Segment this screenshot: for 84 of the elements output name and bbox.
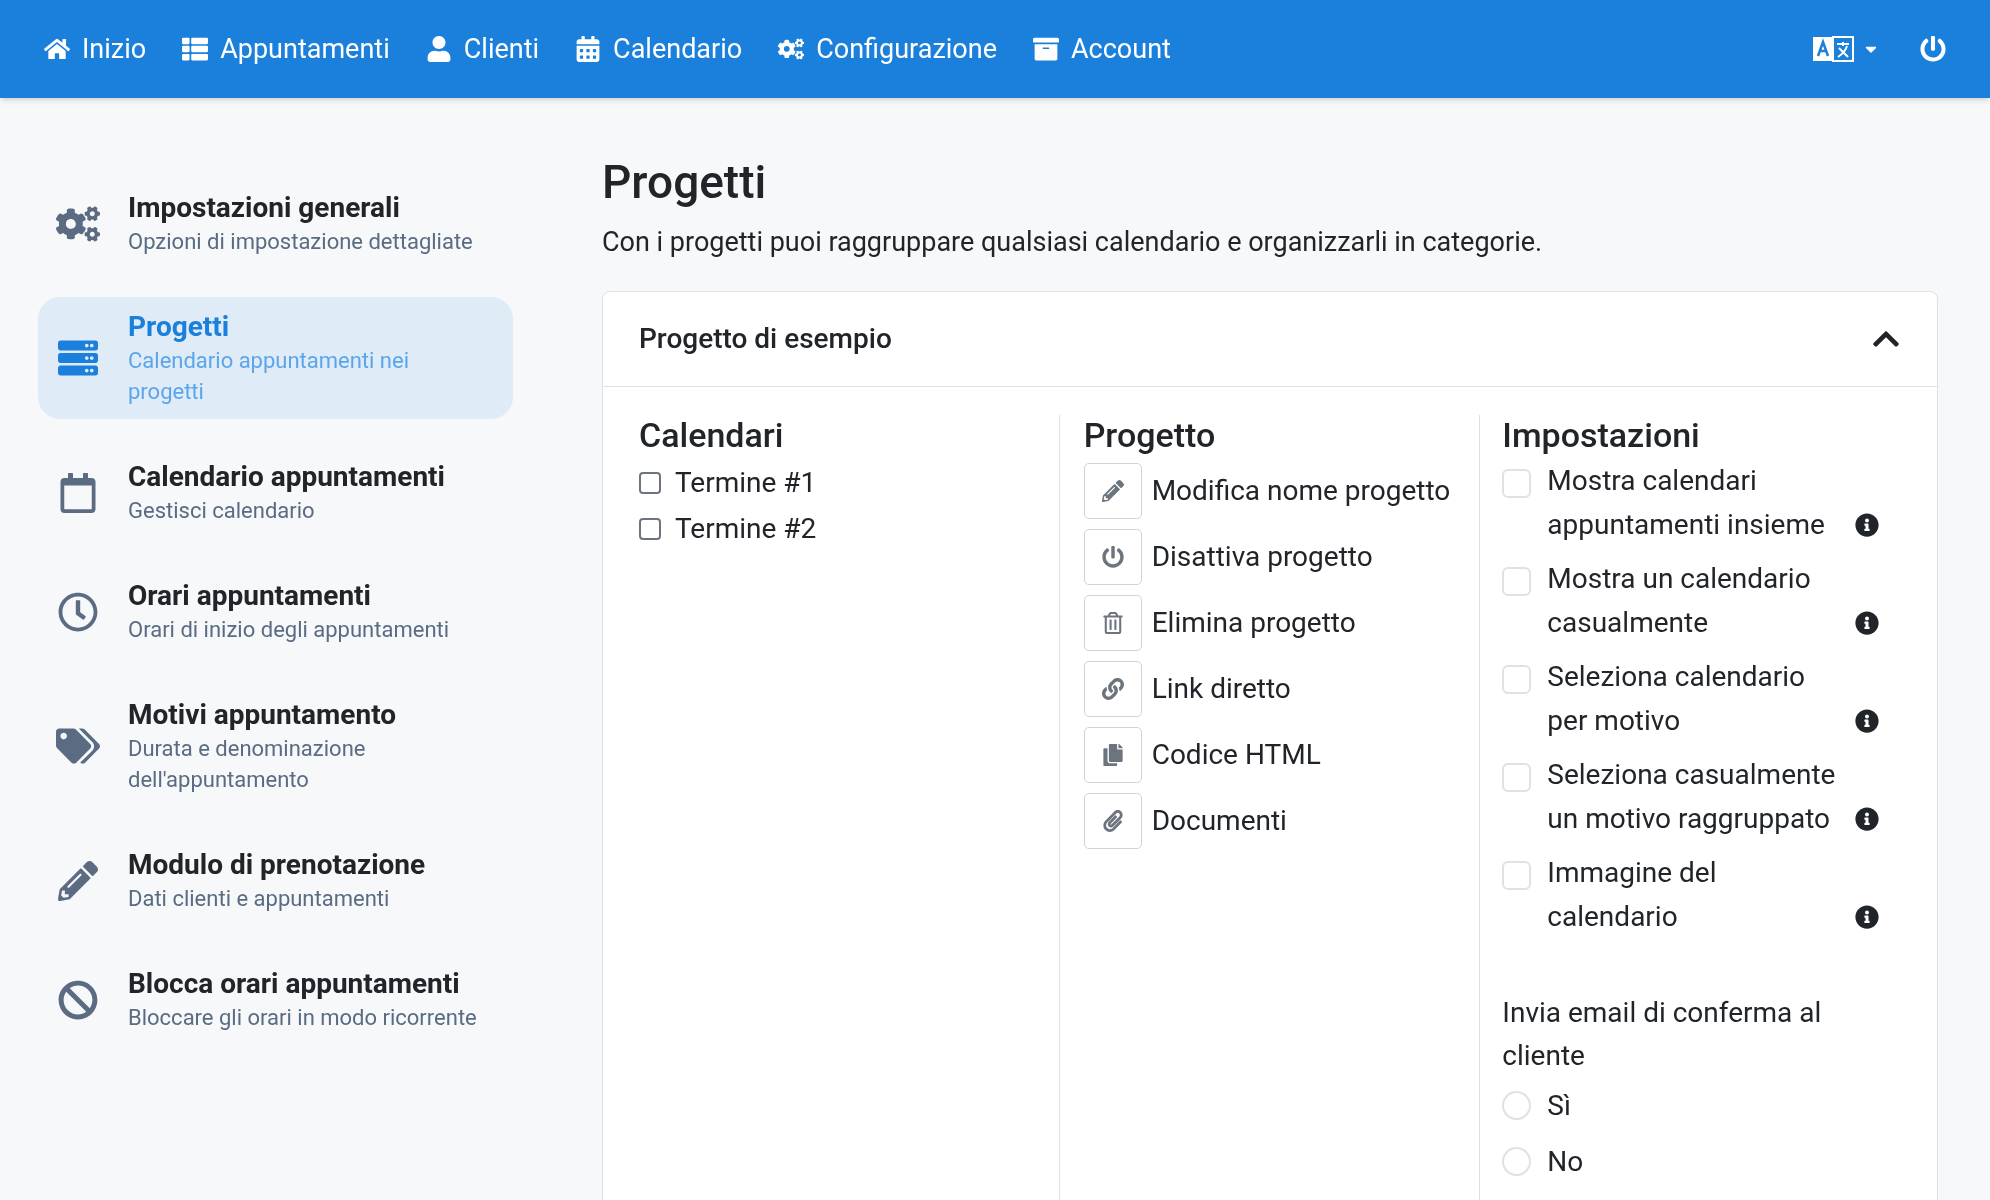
clock-icon [56,591,100,632]
language-icon [1812,34,1854,64]
sidebar-item-title: Modulo di prenotazione [128,847,426,883]
info-icon[interactable] [1855,610,1880,635]
gears-icon [56,203,100,244]
archive-box-icon [1033,36,1059,62]
tags-icon [56,726,100,766]
action-button[interactable] [1083,726,1142,783]
ban-icon [56,979,100,1020]
paperclip-icon [1101,809,1124,832]
nav-link[interactable]: Clienti [425,28,540,70]
power-icon [1101,545,1124,568]
setting-label: Seleziona casualmente un motivo raggruppato [1547,756,1837,837]
sidebar-item-subtitle: Gestisci calendario [128,497,316,525]
radio-button[interactable] [1502,1147,1532,1176]
column-heading: Calendari [639,414,785,455]
nav-link[interactable]: Configurazione [778,28,997,70]
sidebar-item-subtitle: Dati clienti e appuntamenti [128,885,391,913]
sidebar-item-subtitle: Orari di inizio degli appuntamenti [128,616,450,644]
list-icon [182,36,209,62]
sidebar-item-title: Calendario appuntamenti [128,459,445,495]
pencil-icon [1101,479,1124,502]
sidebar-item-subtitle: Opzioni di impostazione dettagliate [128,228,473,256]
sidebar-item[interactable]: Calendario appuntamenti Gestisci calendario [38,447,513,538]
sidebar-item[interactable]: Orari appuntamenti Orari di inizio degli appuntamenti [38,566,513,657]
action-label: Link diretto [1151,670,1291,707]
sidebar-item-title: Progetti [128,309,231,345]
copy-icon [1101,743,1124,766]
logout-button[interactable] [1920,36,1946,62]
home-icon [44,36,70,62]
nav-link[interactable]: Account [1033,28,1171,70]
checkbox[interactable] [639,517,661,540]
column-heading: Impostazioni [1502,414,1701,455]
sidebar-item[interactable]: Impostazioni generali Opzioni di impostazione dettagliate [38,178,513,269]
radio-label: Sì [1547,1087,1571,1124]
setting-label: Mostra un calendario casualmente [1547,560,1812,641]
info-icon[interactable] [1855,806,1880,831]
setting-label: Seleziona calendario per motivo [1547,658,1807,739]
page-description: Con i progetti puoi raggruppare qualsiasi calendario e organizzarli in categorie. [602,225,1544,260]
action-label: Modifica nome progetto [1151,472,1451,509]
checkbox[interactable] [639,471,661,494]
pencil-icon [56,860,100,901]
column-heading: Progetto [1083,414,1217,455]
nav-link[interactable]: Calendario [575,28,743,70]
radio-label: No [1547,1143,1584,1180]
user-icon [425,36,452,62]
sidebar-item-title: Motivi appuntamento [128,697,398,733]
action-label: Documenti [1151,802,1287,839]
calendar-checkbox[interactable]: Termine #1 [639,462,821,503]
action-button[interactable] [1083,792,1142,849]
sidebar-item-title: Blocca orari appuntamenti [128,966,461,1002]
link-icon [1101,677,1124,700]
info-icon[interactable] [1855,904,1880,929]
sidebar-item-title: Impostazioni generali [128,190,401,226]
power-icon [1920,36,1946,62]
nav-link[interactable]: Inizio [44,28,147,70]
action-label: Disattiva progetto [1151,538,1373,575]
sidebar-item-subtitle: Calendario appuntamenti nei progetti [128,347,411,406]
action-label: Codice HTML [1151,736,1321,773]
sidebar-item[interactable]: Modulo di prenotazione Dati clienti e appuntamenti [38,835,513,926]
trash-icon [1101,611,1124,634]
email-confirmation-label: Invia email di conferma al cliente [1502,994,1823,1074]
setting-label: Mostra calendari appuntamenti insieme [1547,462,1826,543]
sidebar-item-subtitle: Bloccare gli orari in modo ricorrente [128,1004,477,1032]
gears-icon [778,36,805,62]
calendar-icon [575,36,602,62]
page-title: Progetti [602,154,768,210]
setting-label: Immagine del calendario [1547,854,1718,935]
info-icon[interactable] [1855,708,1880,733]
action-button[interactable] [1083,660,1142,717]
nav-link[interactable]: Appuntamenti [182,28,390,70]
sidebar-item[interactable]: Motivi appuntamento Durata e denominazione dell'appuntamento [38,685,513,807]
action-button[interactable] [1083,462,1142,519]
action-button[interactable] [1083,594,1142,651]
stacked-bars-icon [56,338,100,378]
action-button[interactable] [1083,528,1142,585]
info-icon[interactable] [1855,512,1880,537]
sidebar-item-title: Orari appuntamenti [128,578,372,614]
sidebar-item[interactable]: Blocca orari appuntamenti Bloccare gli orari in modo ricorrente [38,954,513,1045]
radio-button[interactable] [1502,1091,1532,1120]
calendar-checkbox[interactable]: Termine #2 [639,508,821,549]
card-title: Progetto di esempio [639,320,892,357]
sidebar-item-subtitle: Durata e denominazione dell'appuntamento [128,735,367,794]
action-label: Elimina progetto [1151,604,1356,641]
